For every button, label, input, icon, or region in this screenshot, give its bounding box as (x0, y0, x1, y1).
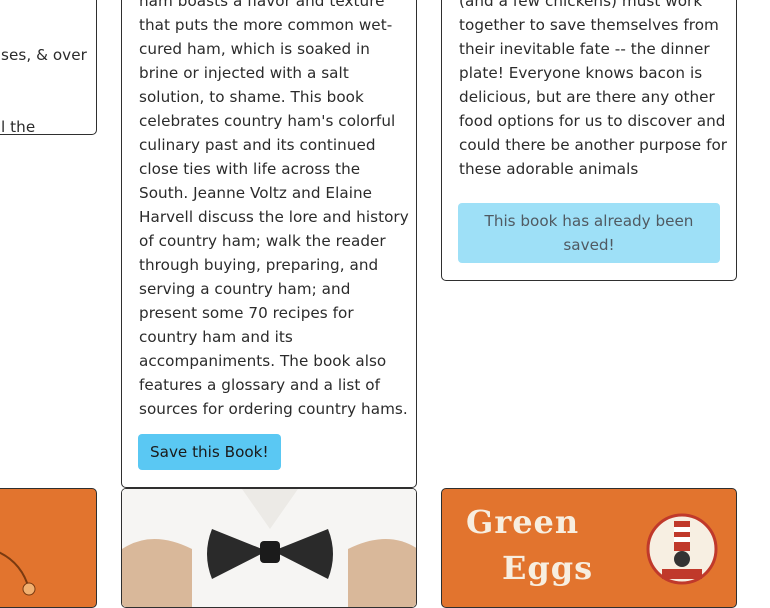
cover-title-line: Green (466, 503, 580, 541)
saved-label-line: This book has already been (484, 212, 694, 230)
book-card-cover-ham (121, 488, 417, 608)
description-line: accompaniments. The book also (139, 352, 387, 370)
description-line: close ties with life across the (139, 160, 361, 178)
description-line: together to save themselves from (459, 16, 719, 34)
book-card-left: ses, & over l the (0, 0, 97, 135)
description-line: (and a few chickens) must work (459, 0, 703, 10)
cover-title-line: Eggs (502, 549, 594, 587)
book-card-pigs: (and a few chickens) must work together … (441, 0, 737, 281)
description-line: these adorable animals (459, 160, 639, 178)
description-line: culinary past and its continued (139, 136, 376, 154)
description-line: ses, & over (1, 46, 87, 64)
description-line: South. Jeanne Voltz and Elaine (139, 184, 373, 202)
book-card-cover-green-eggs: Green Eggs (441, 488, 737, 608)
description-line: cured ham, which is soaked in (139, 40, 370, 58)
description-line: sources for ordering country hams. (139, 400, 408, 418)
saved-label-line: saved! (563, 236, 615, 254)
description-line: country ham and its (139, 328, 293, 346)
cover-photo-bowtie (122, 489, 416, 607)
cat-in-hat-seal-icon (646, 513, 718, 585)
description-line: Harvell discuss the lore and history (139, 208, 409, 226)
description-line: brine or injected with a salt (139, 64, 349, 82)
book-description: ham boasts a flavor and texture that put… (139, 0, 414, 421)
description-line: plate! Everyone knows bacon is (459, 64, 703, 82)
description-line: that puts the more common wet- (139, 16, 393, 34)
description-line: food options for us to discover and (459, 112, 726, 130)
description-line: through buying, preparing, and (139, 256, 379, 274)
description-line: l the (1, 118, 36, 135)
description-line: of country ham; walk the reader (139, 232, 386, 250)
description-line: features a glossary and a list of (139, 376, 381, 394)
book-card-cover-left (0, 488, 97, 608)
cover-illustration (0, 551, 36, 596)
description-line: solution, to shame. This book (139, 88, 364, 106)
description-line: celebrates country ham's colorful (139, 112, 396, 130)
description-line: serving a country ham; and (139, 280, 351, 298)
description-line: their inevitable fate -- the dinner (459, 40, 710, 58)
description-line: delicious, but are there any other (459, 88, 715, 106)
description-line: present some 70 recipes for (139, 304, 354, 322)
description-line: ham boasts a flavor and texture (139, 0, 385, 10)
book-card-country-ham: ham boasts a flavor and texture that put… (121, 0, 417, 488)
already-saved-badge: This book has already been saved! (458, 203, 720, 263)
save-book-button[interactable]: Save this Book! (138, 434, 281, 470)
description-line: could there be another purpose for (459, 136, 728, 154)
book-description: (and a few chickens) must work together … (459, 0, 734, 181)
book-description: ses, & over l the (1, 0, 96, 135)
